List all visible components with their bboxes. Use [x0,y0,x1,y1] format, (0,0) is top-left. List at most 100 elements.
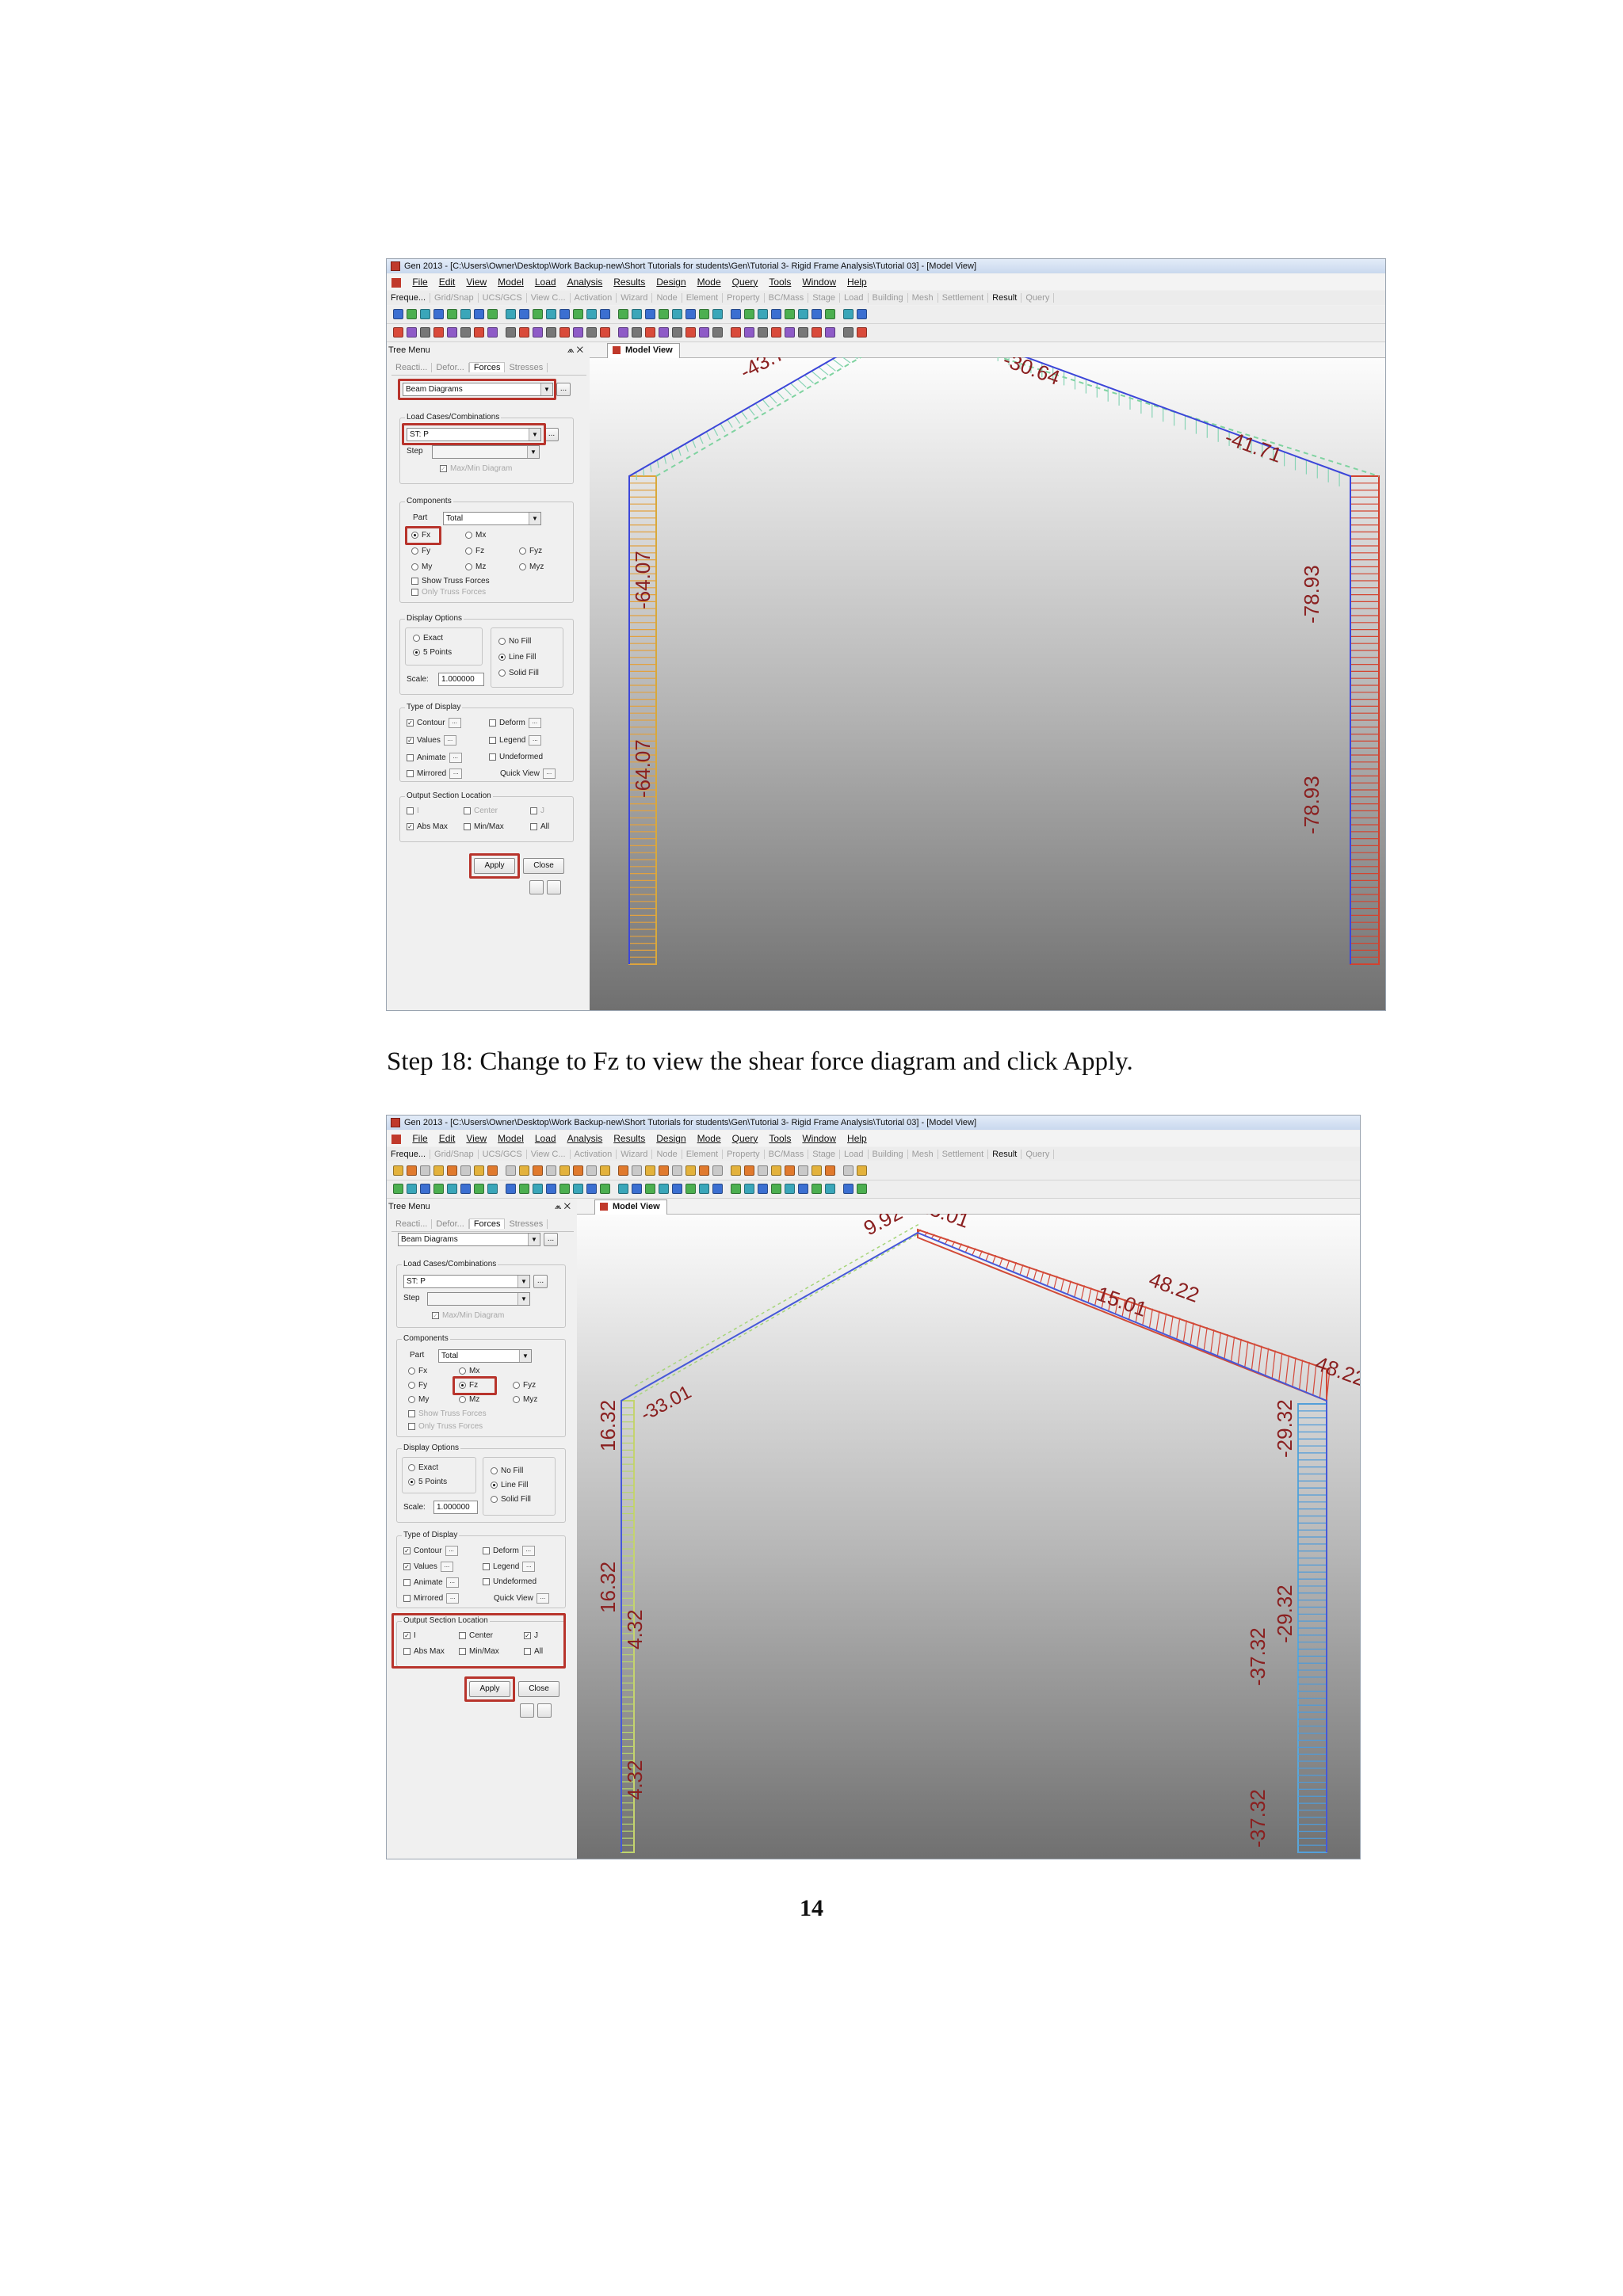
toolbar-tool-icon[interactable] [672,1184,682,1194]
toolbar-tool-icon[interactable] [758,309,768,319]
menu-help[interactable]: Help [847,277,867,288]
ribbon-tab-element[interactable]: Element [682,293,724,303]
toolbar-tool-icon[interactable] [433,309,444,319]
contour-options-button[interactable]: ... [448,718,461,728]
toolbar-tool-icon[interactable] [672,1165,682,1176]
toolbar-tool-icon[interactable] [533,1165,543,1176]
toolbar-tool-icon[interactable] [744,327,754,338]
toolbar-tool-icon[interactable] [712,1165,723,1176]
toolbar-tool-icon[interactable] [785,327,795,338]
toolbar-tool-icon[interactable] [812,309,822,319]
legend-checkbox[interactable]: Legend... [489,735,542,746]
menu-query[interactable]: Query [732,277,758,288]
toolbar-tool-icon[interactable] [785,1184,795,1194]
toolbar-tool-icon[interactable] [447,1165,457,1176]
toolbar-tool-icon[interactable] [645,1184,655,1194]
ribbon-tab-load[interactable]: Load [840,1150,869,1159]
toolbar-tool-icon[interactable] [812,1184,822,1194]
toolbar-tool-icon[interactable] [618,327,628,338]
ribbon-tab-stage[interactable]: Stage [808,293,841,303]
toolbar-tool-icon[interactable] [573,1165,583,1176]
toolbar-tool-icon[interactable] [600,327,610,338]
toolbar-tool-icon[interactable] [672,309,682,319]
toolbar-tool-icon[interactable] [546,1165,556,1176]
toolbar-tool-icon[interactable] [758,1165,768,1176]
toolbar-tool-icon[interactable] [843,327,854,338]
model-view[interactable]: Model View -43.70 -30.64 -41.71 -64.07 -… [590,343,1385,1010]
menu-edit[interactable]: Edit [439,277,456,288]
ribbon-tab-property[interactable]: Property [723,293,765,303]
toolbar-tool-icon[interactable] [771,327,781,338]
toolbar-tool-icon[interactable] [685,309,696,319]
toolbar-tool-icon[interactable] [586,1184,597,1194]
menu-tools[interactable]: Tools [769,1133,791,1144]
toolbar-tool-icon[interactable] [519,1165,529,1176]
radio-fy[interactable]: Fy [408,1381,427,1390]
close-button[interactable]: Close [518,1681,559,1697]
step-select[interactable]: ▼ [427,1292,530,1306]
menu-design[interactable]: Design [656,1133,685,1144]
toolbar-tool-icon[interactable] [618,1165,628,1176]
legend-options-button[interactable]: ... [522,1562,536,1572]
radio-line-fill[interactable]: Line Fill [498,653,536,662]
toolbar-tool-icon[interactable] [447,1184,457,1194]
tree-save-icon[interactable] [520,1703,534,1718]
tab-reactions[interactable]: Reacti... [391,363,433,372]
contour-options-button[interactable]: ... [445,1546,458,1556]
toolbar-tool-icon[interactable] [825,1165,835,1176]
toolbar-tool-icon[interactable] [785,309,795,319]
radio-myz[interactable]: Myz [519,563,544,571]
radio-solid-fill[interactable]: Solid Fill [491,1495,531,1504]
contour-checkbox[interactable]: ✓ Contour... [403,1546,458,1556]
app-menu-icon[interactable] [391,1134,401,1144]
toolbar-tool-icon[interactable] [433,1165,444,1176]
toolbar-tool-icon[interactable] [798,327,808,338]
toolbar-tool-icon[interactable] [487,309,498,319]
toolbar-tool-icon[interactable] [798,1184,808,1194]
ribbon-tab-activation[interactable]: Activation [570,1150,617,1159]
ribbon-tab-bc-mass[interactable]: BC/Mass [764,293,809,303]
toolbar-tool-icon[interactable] [645,309,655,319]
toolbar-tool-icon[interactable] [433,327,444,338]
toolbar-tool-icon[interactable] [447,327,457,338]
toolbar-tool-icon[interactable] [506,1184,516,1194]
quick-view-options-button[interactable]: ... [542,769,556,779]
ribbon-tab-building[interactable]: Building [868,293,908,303]
radio-mz[interactable]: Mz [459,1395,479,1404]
toolbar-tool-icon[interactable] [600,1184,610,1194]
toolbar-tool-icon[interactable] [685,1184,696,1194]
ribbon-tab-wizard[interactable]: Wizard [617,1150,653,1159]
min-max-checkbox[interactable]: Min/Max [464,822,504,831]
ribbon-tab-ucs[interactable]: UCS/GCS [478,293,527,303]
toolbar-tool-icon[interactable] [559,1184,570,1194]
mirrored-options-button[interactable]: ... [446,1593,460,1604]
menu-model[interactable]: Model [498,277,524,288]
toolbar-tool-icon[interactable] [487,1165,498,1176]
radio-solid-fill[interactable]: Solid Fill [498,669,539,677]
toolbar-tool-icon[interactable] [618,1184,628,1194]
radio-my[interactable]: My [411,563,432,571]
toolbar-tool-icon[interactable] [857,1165,867,1176]
toolbar-tool-icon[interactable] [699,1165,709,1176]
toolbar-tool-icon[interactable] [857,327,867,338]
mirrored-checkbox[interactable]: Mirrored... [407,769,463,779]
toolbar-tool-icon[interactable] [685,327,696,338]
app-menu-icon[interactable] [391,277,401,288]
toolbar-tool-icon[interactable] [546,1184,556,1194]
toolbar-tool-icon[interactable] [758,327,768,338]
toolbar-tool-icon[interactable] [672,327,682,338]
toolbar-tool-icon[interactable] [407,309,417,319]
toolbar-tool-icon[interactable] [744,309,754,319]
tab-stresses[interactable]: Stresses [505,1219,548,1229]
toolbar-tool-icon[interactable] [546,309,556,319]
contour-checkbox[interactable]: ✓ Contour... [407,718,461,728]
animate-checkbox[interactable]: Animate... [407,753,462,763]
toolbar-tool-icon[interactable] [559,327,570,338]
toolbar-tool-icon[interactable] [586,309,597,319]
tab-model-view[interactable]: Model View [594,1199,667,1215]
ribbon-tab-view[interactable]: View C... [526,293,571,303]
toolbar-tool-icon[interactable] [474,1165,484,1176]
ribbon-tab-property[interactable]: Property [723,1150,765,1159]
toolbar-tool-icon[interactable] [812,1165,822,1176]
toolbar-tool-icon[interactable] [533,1184,543,1194]
